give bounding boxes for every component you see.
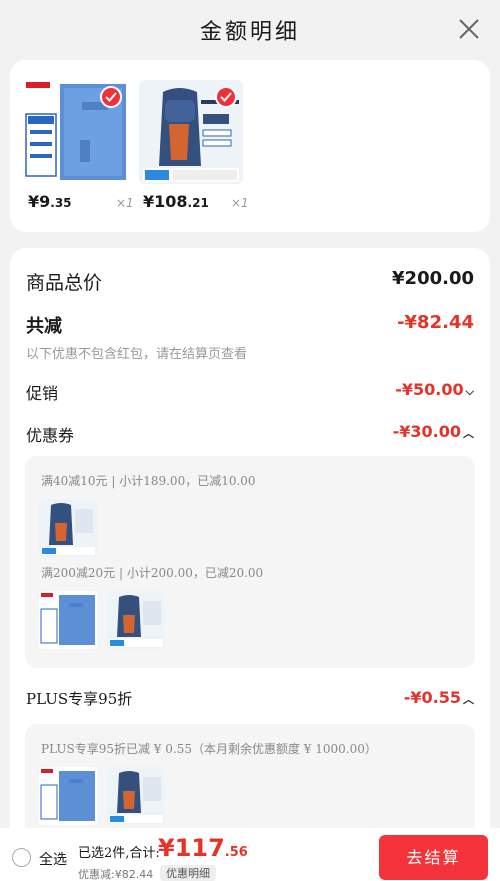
- discount-row: 共减 -¥82.44: [26, 312, 474, 338]
- coupon-row[interactable]: 优惠券 -¥30.00 ︿: [26, 422, 474, 446]
- plus-detail-panel: PLUS专享95折已减 ¥ 0.55（本月剩余优惠额度 ¥ 1000.00）: [25, 724, 475, 834]
- coupon-product-thumb: [107, 591, 165, 649]
- coupon-value: -¥30.00 ︿: [392, 422, 474, 441]
- plus-product-thumb: [39, 767, 97, 825]
- page-title: 金额明细: [199, 20, 300, 45]
- total-price-label: 商品总价: [26, 272, 103, 294]
- promo-label: 促销: [26, 384, 59, 403]
- coupon-detail-text: 满40减10元 | 小计189.00，已减10.00: [41, 474, 256, 488]
- product-qty: ×1: [116, 196, 134, 210]
- coupon-detail-text: 满200减20元 | 小计200.00，已减20.00: [41, 566, 264, 580]
- plus-product-thumb: [107, 767, 165, 825]
- discount-value: -¥82.44: [397, 312, 474, 333]
- discount-label: 共减: [26, 316, 62, 337]
- coupon-label: 优惠券: [26, 426, 75, 445]
- product-qty: ×1: [231, 196, 249, 210]
- select-all-radio[interactable]: [12, 848, 31, 867]
- plus-detail-text: PLUS专享95折已减 ¥ 0.55（本月剩余优惠额度 ¥ 1000.00）: [41, 742, 377, 756]
- chevron-up-icon[interactable]: ︿: [463, 693, 474, 706]
- product-list: ¥9.35 ×1 ¥108.21 ×1: [10, 60, 490, 232]
- promo-row[interactable]: 促销 -¥50.00 ⌵: [26, 380, 474, 404]
- select-all-label[interactable]: 全选: [39, 849, 67, 869]
- total-price-value: ¥200.00: [392, 268, 474, 289]
- total-amount: ¥117.56: [158, 834, 248, 862]
- discount-summary: 优惠减:¥82.44: [78, 868, 154, 881]
- discount-note: 以下优惠不包含红包，请在结算页查看: [26, 347, 248, 362]
- product-item[interactable]: ¥9.35 ×1: [24, 80, 134, 211]
- header: 金额明细: [0, 0, 500, 60]
- promo-value: -¥50.00 ⌵: [395, 380, 474, 399]
- bottom-bar: 全选 已选2件,合计: ¥117.56 优惠减:¥82.44 优惠明细 去结算: [0, 828, 500, 881]
- discount-detail-button[interactable]: 优惠明细: [160, 865, 216, 881]
- product-price: ¥9.35: [28, 192, 72, 211]
- chevron-up-icon[interactable]: ︿: [463, 427, 474, 440]
- plus-row[interactable]: PLUS专享95折 -¥0.55 ︿: [26, 688, 474, 712]
- chevron-down-icon[interactable]: ⌵: [466, 385, 474, 398]
- product-price: ¥108.21: [143, 192, 209, 211]
- selected-summary: 已选2件,合计:: [78, 846, 160, 861]
- product-item[interactable]: ¥108.21 ×1: [139, 80, 249, 211]
- total-price-row: 商品总价 ¥200.00: [26, 268, 474, 294]
- plus-value: -¥0.55 ︿: [403, 688, 474, 707]
- coupon-product-thumb: [39, 591, 97, 649]
- coupon-detail-panel: 满40减10元 | 小计189.00，已减10.00 满200减20元 | 小计…: [25, 456, 475, 668]
- selected-check-icon[interactable]: [100, 86, 122, 108]
- product-image: [139, 80, 243, 184]
- price-detail: 商品总价 ¥200.00 共减 -¥82.44 以下优惠不包含红包，请在结算页查…: [10, 248, 490, 881]
- checkout-button[interactable]: 去结算: [379, 835, 488, 880]
- selected-check-icon[interactable]: [215, 86, 237, 108]
- product-image: [24, 80, 128, 184]
- close-icon[interactable]: [458, 18, 480, 40]
- coupon-product-thumb: [39, 499, 97, 557]
- plus-label: PLUS专享95折: [26, 690, 133, 708]
